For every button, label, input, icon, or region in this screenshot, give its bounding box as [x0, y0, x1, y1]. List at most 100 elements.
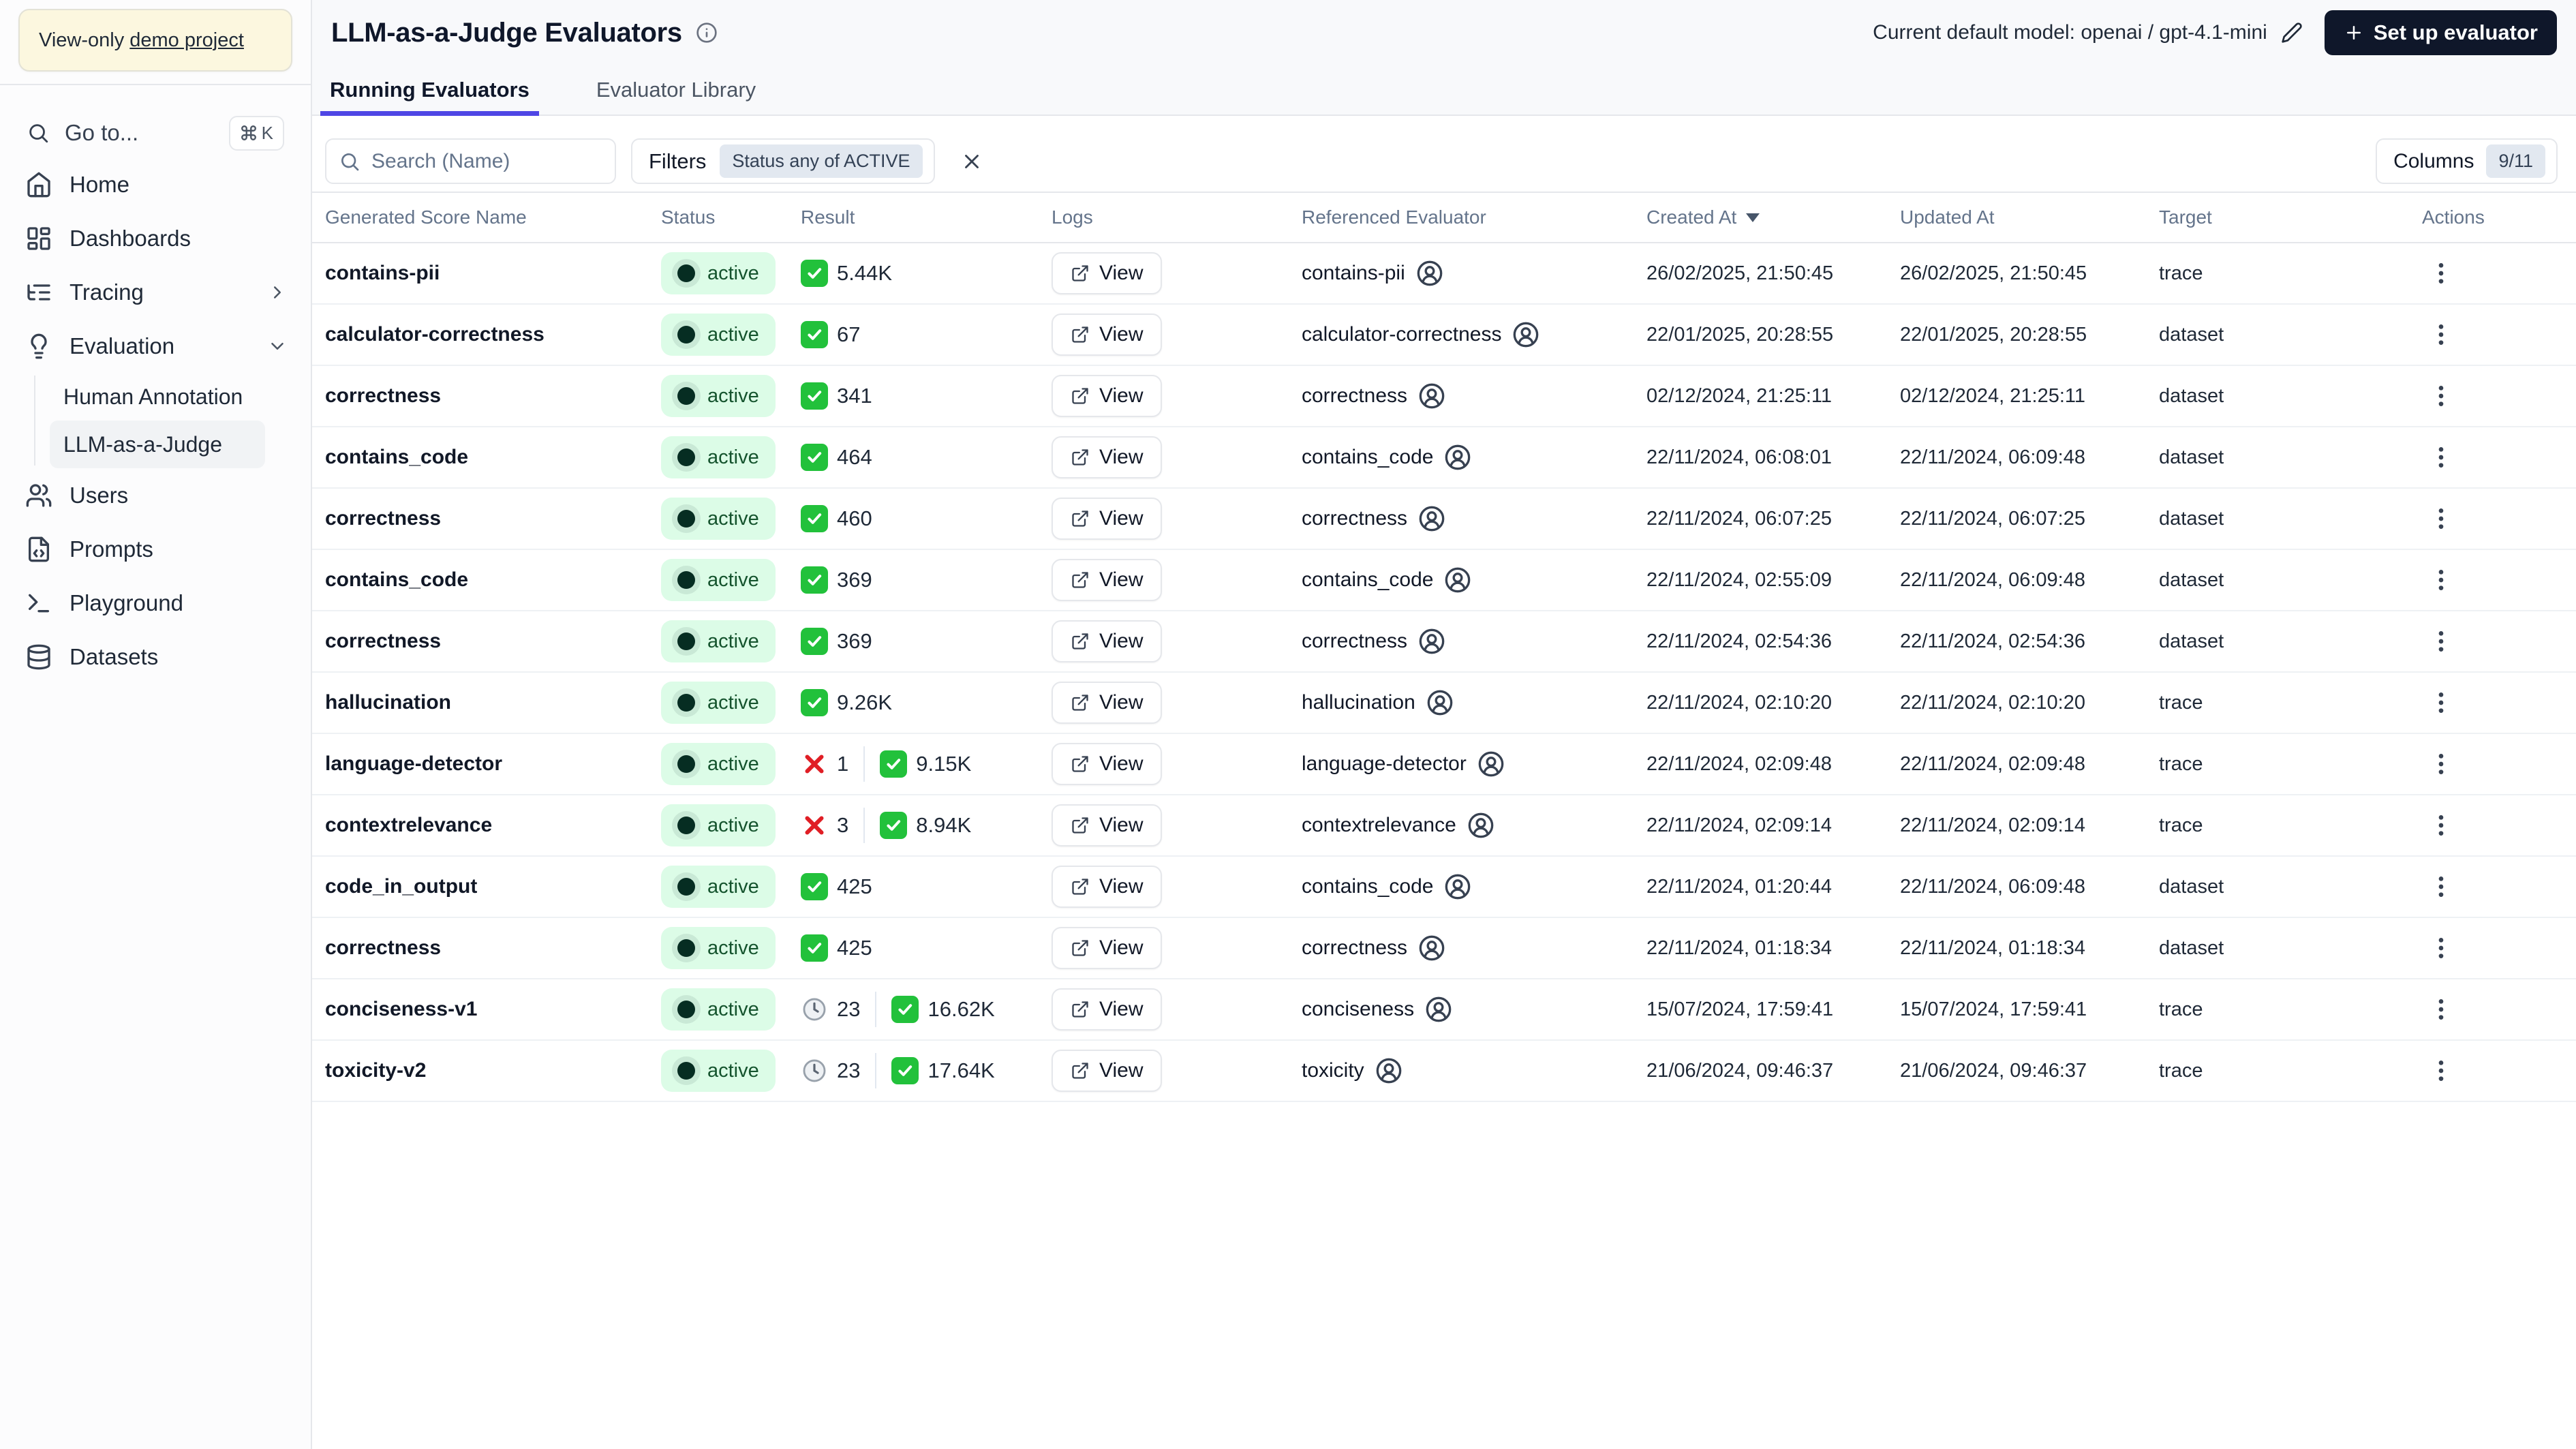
view-logs-button[interactable]: View — [1052, 375, 1163, 417]
sidebar-item-llm-as-a-judge[interactable]: LLM-as-a-Judge — [50, 421, 265, 468]
view-button-label: View — [1099, 936, 1144, 959]
users-icon — [25, 482, 52, 509]
view-logs-button[interactable]: View — [1052, 559, 1163, 601]
referenced-evaluator-name: correctness — [1302, 936, 1408, 959]
view-logs-button[interactable]: View — [1052, 682, 1163, 724]
created-at: 26/02/2025, 21:50:45 — [1646, 262, 1834, 284]
view-button-label: View — [1099, 630, 1144, 652]
sidebar-item-tracing[interactable]: Tracing — [0, 265, 311, 319]
row-actions-button[interactable] — [2422, 438, 2460, 476]
updated-at: 15/07/2024, 17:59:41 — [1900, 998, 2087, 1020]
referenced-evaluator-cell: language-detector — [1302, 750, 1646, 778]
view-logs-button[interactable]: View — [1052, 866, 1163, 908]
status-cell: active — [661, 804, 801, 846]
table-row: contains-pii active 5.44K View contains-… — [312, 243, 2576, 305]
set-up-evaluator-button[interactable]: Set up evaluator — [2324, 10, 2557, 55]
sidebar-item-human-annotation[interactable]: Human Annotation — [50, 373, 265, 421]
table-row: correctness active 460 View correctness … — [312, 489, 2576, 550]
user-circle-icon — [1375, 1057, 1402, 1084]
filters-button[interactable]: Filters Status any of ACTIVE — [631, 138, 935, 184]
actions-cell — [2422, 561, 2566, 599]
sidebar-item-prompts[interactable]: Prompts — [0, 522, 311, 576]
kebab-menu-icon — [2427, 321, 2455, 348]
sidebar-item-dashboards[interactable]: Dashboards — [0, 211, 311, 265]
row-actions-button[interactable] — [2422, 622, 2460, 660]
view-logs-button[interactable]: View — [1052, 436, 1163, 478]
status-badge: active — [661, 498, 776, 540]
edit-model-button[interactable] — [2277, 18, 2307, 48]
kebab-menu-icon — [2427, 382, 2455, 410]
goto-shortcut: K — [228, 115, 284, 151]
status-badge-label: active — [707, 998, 759, 1020]
row-actions-button[interactable] — [2422, 316, 2460, 354]
row-actions-button[interactable] — [2422, 868, 2460, 906]
column-header-label: Actions — [2422, 207, 2485, 228]
column-header-referenced-evaluator[interactable]: Referenced Evaluator — [1302, 207, 1646, 228]
target: trace — [2159, 998, 2203, 1020]
column-header-created-at[interactable]: Created At — [1646, 207, 1900, 228]
status-badge-label: active — [707, 814, 759, 836]
kebab-menu-icon — [2427, 934, 2455, 962]
view-logs-button[interactable]: View — [1052, 988, 1163, 1031]
status-badge-label: active — [707, 446, 759, 468]
status-badge: active — [661, 375, 776, 417]
row-actions-button[interactable] — [2422, 377, 2460, 415]
logs-cell: View — [1052, 988, 1302, 1031]
column-header-target[interactable]: Target — [2159, 207, 2422, 228]
tab-evaluator-library[interactable]: Evaluator Library — [587, 65, 765, 115]
clear-filters-button[interactable] — [955, 145, 988, 178]
row-actions-button[interactable] — [2422, 806, 2460, 844]
filters-label: Filters — [649, 149, 707, 173]
row-actions-button[interactable] — [2422, 561, 2460, 599]
view-logs-button[interactable]: View — [1052, 498, 1163, 540]
result-count: 9.26K — [837, 690, 893, 714]
view-logs-button[interactable]: View — [1052, 804, 1163, 846]
info-icon[interactable] — [696, 22, 718, 44]
target: dataset — [2159, 568, 2224, 591]
view-logs-button[interactable]: View — [1052, 252, 1163, 294]
row-actions-button[interactable] — [2422, 929, 2460, 967]
column-header-result[interactable]: Result — [801, 207, 1052, 228]
referenced-evaluator-name: correctness — [1302, 384, 1408, 407]
pass-check-icon — [801, 566, 828, 594]
status-badge-label: active — [707, 691, 759, 714]
columns-button[interactable]: Columns 9/11 — [2376, 138, 2558, 184]
row-actions-button[interactable] — [2422, 1052, 2460, 1090]
search-input[interactable] — [371, 149, 602, 173]
view-logs-button[interactable]: View — [1052, 927, 1163, 969]
goto-command-palette[interactable]: Go to... K — [18, 108, 292, 157]
search-box — [325, 138, 616, 184]
row-actions-button[interactable] — [2422, 500, 2460, 538]
row-actions-button[interactable] — [2422, 745, 2460, 783]
column-header-status[interactable]: Status — [661, 207, 801, 228]
view-logs-button[interactable]: View — [1052, 1050, 1163, 1092]
column-header-updated-at[interactable]: Updated At — [1900, 207, 2159, 228]
result-segment-check: 425 — [801, 873, 872, 900]
user-circle-icon — [1418, 382, 1445, 410]
external-link-icon — [1071, 877, 1090, 896]
sidebar-item-playground[interactable]: Playground — [0, 576, 311, 630]
sidebar-item-datasets[interactable]: Datasets — [0, 630, 311, 684]
referenced-evaluator-cell: toxicity — [1302, 1057, 1646, 1084]
row-actions-button[interactable] — [2422, 254, 2460, 292]
row-actions-button[interactable] — [2422, 684, 2460, 722]
demo-project-link[interactable]: demo project — [129, 29, 244, 52]
score-name: calculator-correctness — [325, 323, 545, 346]
sidebar-item-users[interactable]: Users — [0, 468, 311, 522]
column-header-logs[interactable]: Logs — [1052, 207, 1302, 228]
sidebar-item-label: Users — [70, 482, 129, 508]
column-header-generated-score-name[interactable]: Generated Score Name — [325, 207, 661, 228]
sidebar-nav: Home Dashboards Tracing Evaluation Human… — [0, 157, 311, 684]
column-header-actions[interactable]: Actions — [2422, 207, 2566, 228]
sidebar-item-home[interactable]: Home — [0, 157, 311, 211]
tab-running-evaluators[interactable]: Running Evaluators — [320, 65, 539, 116]
view-only-banner: View-only demo project — [18, 9, 292, 72]
sidebar-item-evaluation[interactable]: Evaluation — [0, 319, 311, 373]
column-header-label: Referenced Evaluator — [1302, 207, 1486, 228]
status-cell: active — [661, 375, 801, 417]
row-actions-button[interactable] — [2422, 990, 2460, 1028]
view-logs-button[interactable]: View — [1052, 743, 1163, 785]
view-logs-button[interactable]: View — [1052, 314, 1163, 356]
status-badge-label: active — [707, 630, 759, 652]
view-logs-button[interactable]: View — [1052, 620, 1163, 662]
